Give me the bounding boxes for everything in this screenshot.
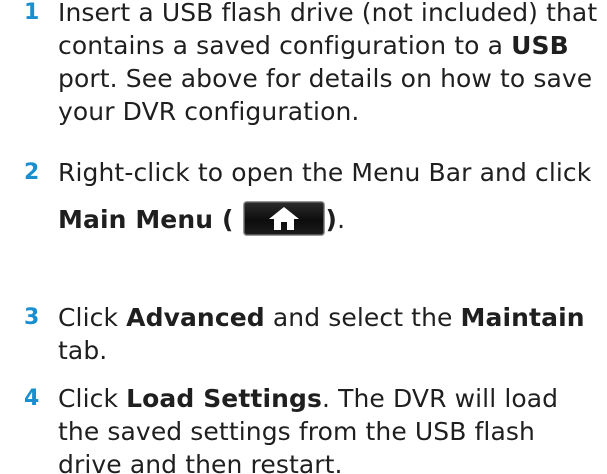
step-text: Insert a USB flash drive (not included) … bbox=[58, 0, 603, 128]
step-text: Click Advanced and select the Maintain t… bbox=[58, 301, 603, 367]
step-number: 1 bbox=[24, 0, 40, 25]
main-menu-button-image bbox=[243, 202, 324, 235]
step-text-part: and select the bbox=[264, 303, 461, 332]
advanced-emphasis: Advanced bbox=[126, 303, 265, 332]
home-icon bbox=[268, 207, 299, 230]
step-text-part: tab. bbox=[58, 336, 108, 365]
load-settings-emphasis: Load Settings bbox=[126, 384, 323, 413]
main-menu-emphasis-close: ) bbox=[325, 205, 338, 234]
step-number: 3 bbox=[24, 305, 40, 330]
step-text-part: Click bbox=[58, 384, 127, 413]
step-text-part: Click bbox=[58, 303, 127, 332]
main-menu-line: Main Menu ( ). bbox=[58, 202, 345, 236]
step-text: Right-click to open the Menu Bar and cli… bbox=[58, 156, 603, 236]
step-text-part: . bbox=[337, 205, 346, 234]
usb-emphasis: USB bbox=[511, 31, 569, 60]
step-number: 2 bbox=[24, 160, 40, 185]
step-text: Click Load Settings. The DVR will load t… bbox=[58, 382, 603, 474]
step-number: 4 bbox=[24, 386, 40, 411]
instruction-steps: 1 Insert a USB flash drive (not included… bbox=[0, 0, 607, 474]
maintain-emphasis: Maintain bbox=[460, 303, 585, 332]
step-text-part: port. See above for details on how to sa… bbox=[58, 64, 593, 126]
main-menu-emphasis: Main Menu ( bbox=[58, 205, 234, 234]
step-text-part: Right-click to open the Menu Bar and cli… bbox=[58, 158, 592, 187]
